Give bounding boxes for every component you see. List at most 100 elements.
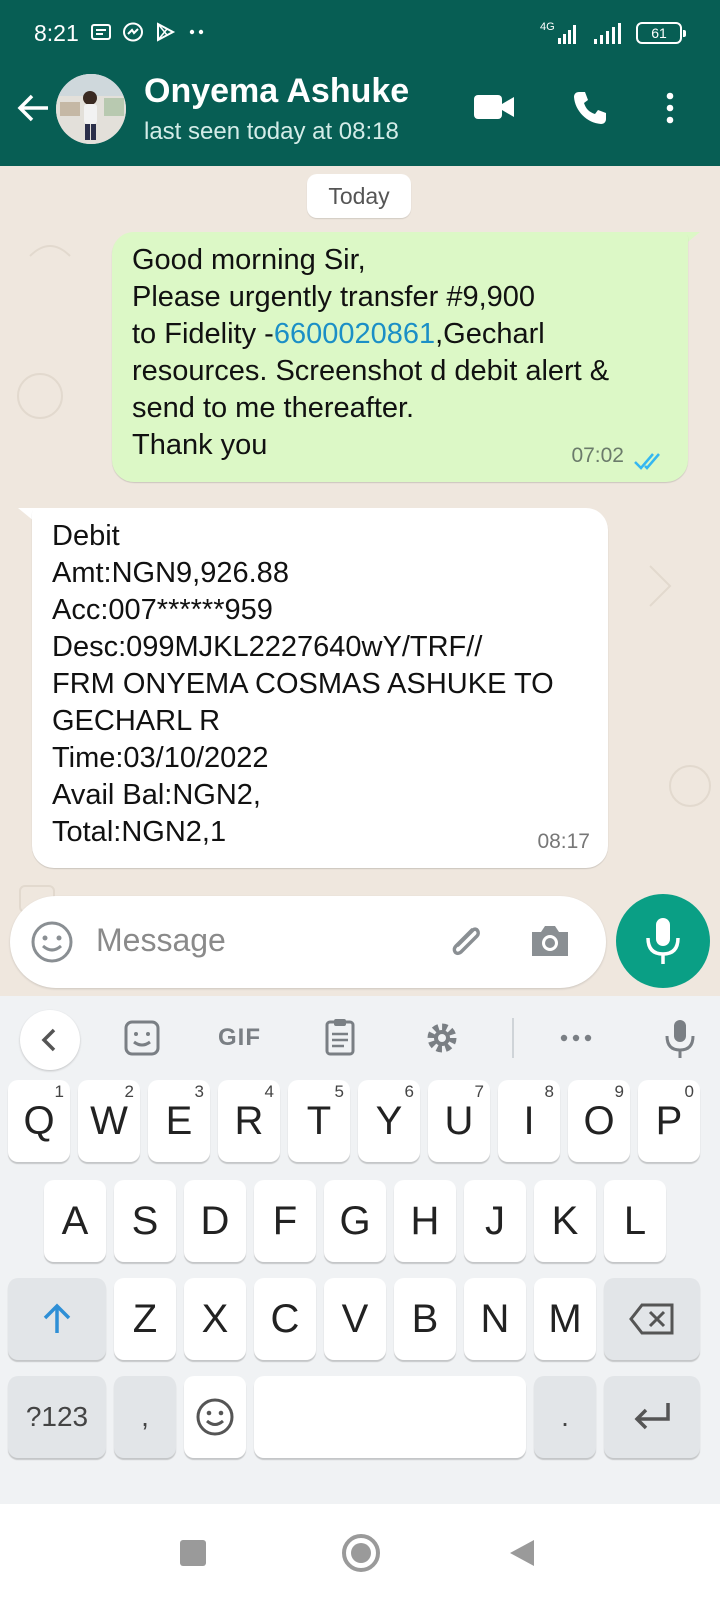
more-icon[interactable]: [550, 1012, 602, 1064]
key-l[interactable]: L: [604, 1180, 666, 1262]
message-input[interactable]: Message: [96, 922, 226, 959]
key-a[interactable]: A: [44, 1180, 106, 1262]
key-hint: 1: [54, 1082, 64, 1101]
more-options-icon[interactable]: [660, 88, 680, 128]
key-d[interactable]: D: [184, 1180, 246, 1262]
key-hint: 9: [614, 1082, 624, 1101]
recents-button[interactable]: [180, 1540, 206, 1566]
key-hint: 2: [124, 1082, 134, 1101]
key-g[interactable]: G: [324, 1180, 386, 1262]
key-s[interactable]: S: [114, 1180, 176, 1262]
key-z[interactable]: Z: [114, 1278, 176, 1360]
contact-avatar[interactable]: [56, 74, 126, 144]
key-p[interactable]: P0: [638, 1080, 700, 1162]
system-navigation-bar: [0, 1504, 720, 1600]
voice-record-button[interactable]: [616, 894, 710, 988]
signal-4g-icon: 4G: [540, 21, 576, 44]
nav-back-icon[interactable]: [508, 1538, 536, 1568]
emoji-key[interactable]: [184, 1376, 246, 1458]
key-k[interactable]: K: [534, 1180, 596, 1262]
key-u[interactable]: U7: [428, 1080, 490, 1162]
keyboard-collapse-button[interactable]: [20, 1010, 80, 1070]
key-o[interactable]: O9: [568, 1080, 630, 1162]
key-n[interactable]: N: [464, 1278, 526, 1360]
key-m[interactable]: M: [534, 1278, 596, 1360]
symbols-key[interactable]: ?123: [8, 1376, 106, 1458]
key-b[interactable]: B: [394, 1278, 456, 1360]
key-t[interactable]: T5: [288, 1080, 350, 1162]
key-i[interactable]: I8: [498, 1080, 560, 1162]
key-e[interactable]: E3: [148, 1080, 210, 1162]
camera-icon[interactable]: [528, 920, 572, 962]
message-composer[interactable]: Message: [10, 896, 606, 988]
play-store-icon: [157, 22, 176, 42]
outgoing-message[interactable]: Good morning Sir, Please urgently transf…: [112, 232, 688, 482]
key-x[interactable]: X: [184, 1278, 246, 1360]
message-text: ,Gecharl: [435, 318, 545, 350]
keyboard-toolbar: GIF: [0, 996, 720, 1080]
sticker-icon[interactable]: [116, 1012, 168, 1064]
back-arrow-icon[interactable]: [14, 88, 54, 128]
key-c[interactable]: C: [254, 1278, 316, 1360]
chevron-left-icon: [41, 1028, 56, 1052]
enter-key[interactable]: [604, 1376, 700, 1458]
voice-input-icon[interactable]: [654, 1012, 706, 1064]
comma-key[interactable]: ,: [114, 1376, 176, 1458]
shift-key[interactable]: [8, 1278, 106, 1360]
avatar-photo: [56, 74, 126, 144]
onscreen-keyboard: GIF Q1 W2 E3 R4 T5 Y6 U7 I8 O9 P0 A S D …: [0, 996, 720, 1504]
key-h[interactable]: H: [394, 1180, 456, 1262]
message-line: Please urgently transfer #9,900: [132, 281, 536, 313]
account-number-link[interactable]: 6600020861: [274, 318, 435, 350]
key-hint: 4: [264, 1082, 274, 1101]
video-call-icon[interactable]: [472, 90, 516, 124]
key-y[interactable]: Y6: [358, 1080, 420, 1162]
key-v[interactable]: V: [324, 1278, 386, 1360]
message-list[interactable]: Today Good morning Sir, Please urgently …: [0, 166, 720, 996]
message-line: Total:NGN2,1: [52, 816, 227, 848]
read-receipt-icon: [634, 453, 660, 470]
backspace-key[interactable]: [604, 1278, 700, 1360]
period-key[interactable]: .: [534, 1376, 596, 1458]
key-w[interactable]: W2: [78, 1080, 140, 1162]
clipboard-icon[interactable]: [314, 1012, 366, 1064]
key-r[interactable]: R4: [218, 1080, 280, 1162]
attachment-icon[interactable]: [442, 918, 488, 964]
last-seen-status[interactable]: last seen today at 08:18: [144, 118, 399, 146]
incoming-message[interactable]: Debit Amt:NGN9,926.88 Acc:007******959 D…: [32, 508, 608, 868]
key-hint: 5: [334, 1082, 344, 1101]
emoji-icon[interactable]: [30, 920, 74, 964]
space-bar[interactable]: [254, 1376, 526, 1458]
message-line: Amt:NGN9,926.88: [52, 557, 289, 589]
message-line: Acc:007******959: [52, 594, 273, 626]
toolbar-divider: [512, 1018, 514, 1058]
message-line: resources. Screenshot d debit alert &: [132, 355, 610, 387]
voice-call-icon[interactable]: [570, 88, 610, 128]
key-hint: 0: [684, 1082, 694, 1101]
key-f[interactable]: F: [254, 1180, 316, 1262]
more-notifications-icon: [189, 29, 204, 35]
date-separator: Today: [307, 174, 411, 218]
microphone-icon: [646, 918, 680, 964]
contact-name[interactable]: Onyema Ashuke: [144, 72, 409, 111]
key-hint: 3: [194, 1082, 204, 1101]
network-type: 4G: [540, 21, 555, 33]
message-line: GECHARL R: [52, 705, 221, 737]
message-line: Desc:099MJKL2227640wY/TRF//: [52, 631, 483, 663]
home-button[interactable]: [342, 1534, 380, 1572]
message-line: Avail Bal:NGN2,: [52, 779, 261, 811]
messenger-icon: [123, 22, 143, 42]
key-hint: 7: [474, 1082, 484, 1101]
message-line: to Fidelity -6600020861,Gecharl: [132, 316, 668, 353]
message-line: Good morning Sir,: [132, 244, 366, 276]
key-hint: 8: [544, 1082, 554, 1101]
key-q[interactable]: Q1: [8, 1080, 70, 1162]
message-line: send to me thereafter.: [132, 392, 415, 424]
settings-gear-icon[interactable]: [416, 1012, 468, 1064]
backspace-icon: [629, 1303, 674, 1335]
chat-header: 8:21 4G 61 Onyema Ashuke last seen today…: [0, 0, 720, 166]
gif-button[interactable]: GIF: [218, 1024, 261, 1052]
message-line: FRM ONYEMA COSMAS ASHUKE TO: [52, 668, 554, 700]
key-j[interactable]: J: [464, 1180, 526, 1262]
enter-arrow-icon: [634, 1403, 670, 1430]
